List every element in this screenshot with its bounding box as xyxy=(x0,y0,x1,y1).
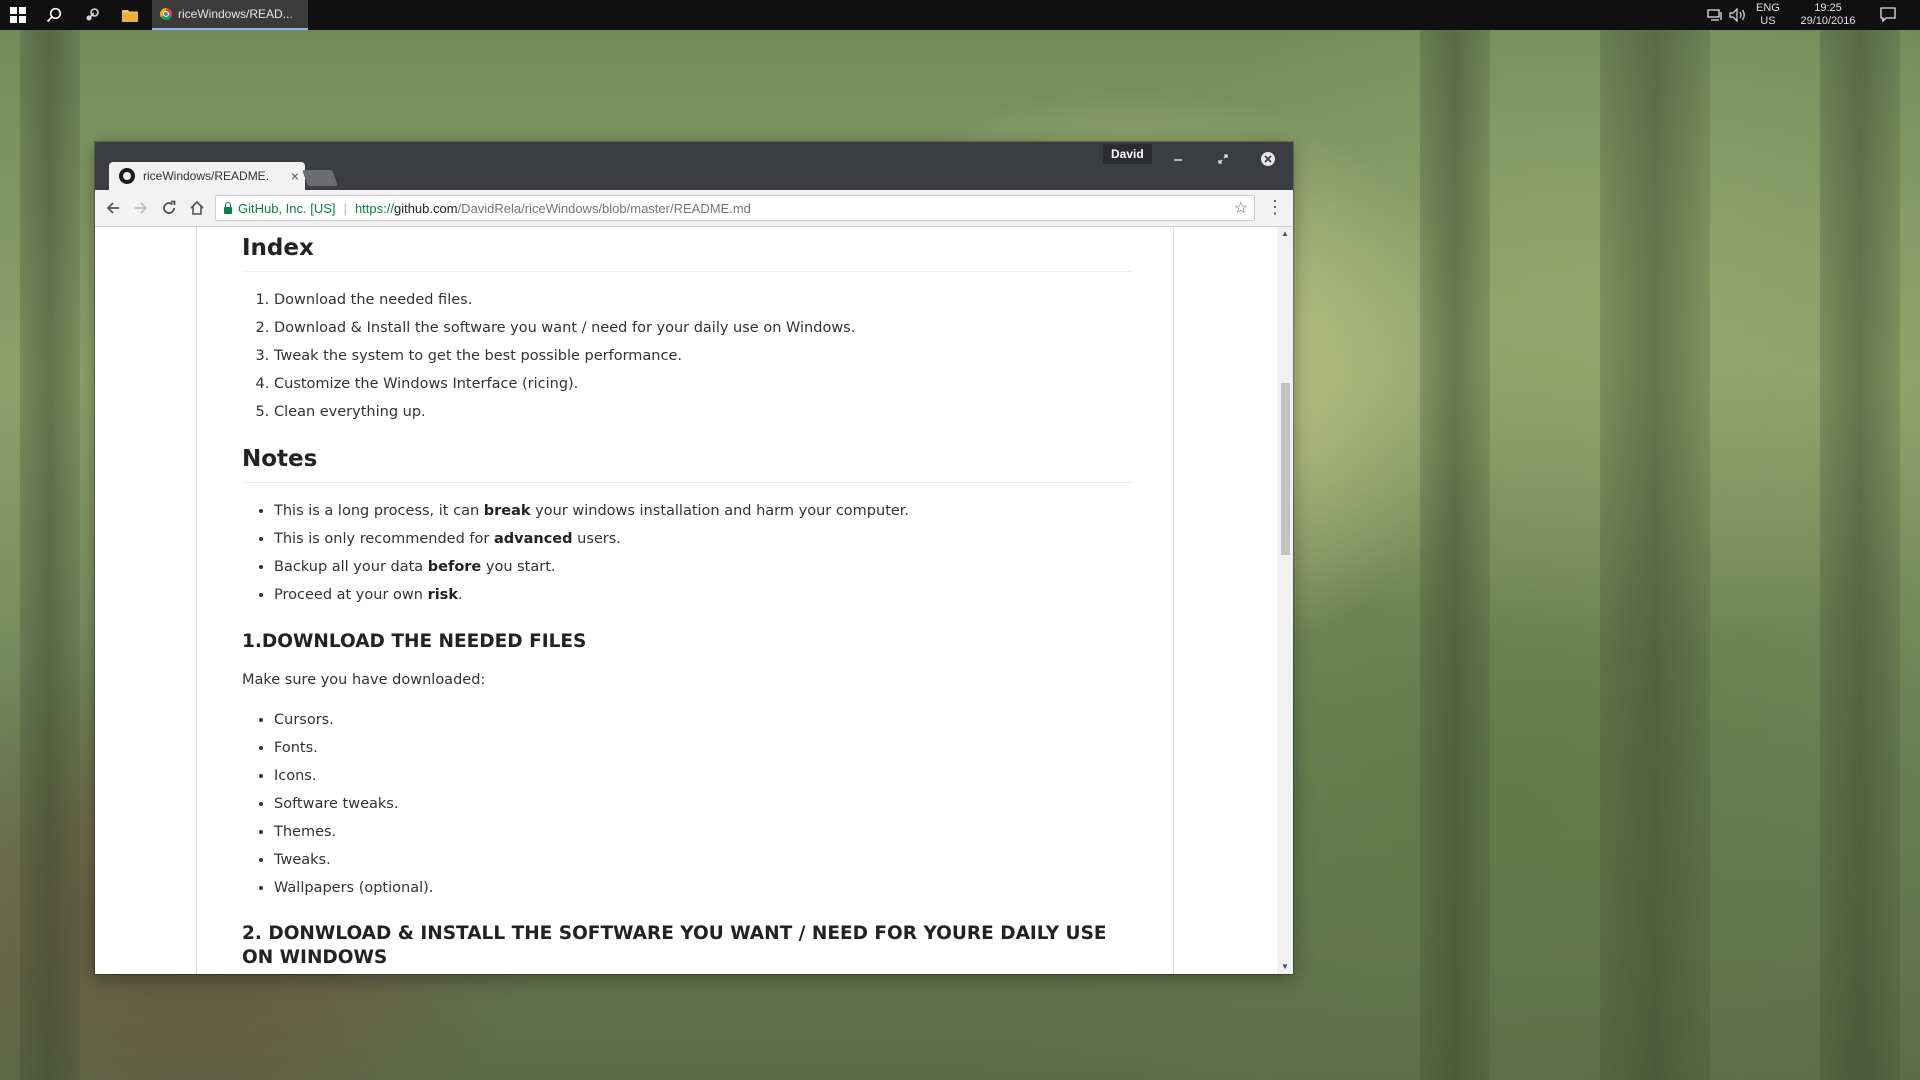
list-item: Software tweaks. xyxy=(274,790,1132,818)
search-icon[interactable] xyxy=(36,0,72,30)
forward-icon[interactable] xyxy=(129,196,153,220)
clock-time: 19:25 xyxy=(1814,2,1842,14)
note-text: your windows installation and harm your … xyxy=(530,503,910,519)
input-language[interactable]: ENG US xyxy=(1756,0,1780,30)
scroll-up-arrow-icon[interactable]: ▲ xyxy=(1277,227,1293,241)
wallpaper-tree xyxy=(1600,30,1710,1080)
list-item: Icons. xyxy=(274,762,1132,790)
scrollbar-thumb[interactable] xyxy=(1281,383,1290,555)
minimize-icon[interactable] xyxy=(1163,148,1193,170)
url-path: /DavidRela/riceWindows/blob/master/READM… xyxy=(457,200,751,216)
taskbar: riceWindows/READ... ENG US 19:25 29/10/2… xyxy=(0,0,1920,30)
network-icon[interactable] xyxy=(1707,0,1723,30)
clock[interactable]: 19:25 29/10/2016 xyxy=(1793,0,1863,30)
list-item: Wallpapers (optional). xyxy=(274,874,1132,902)
list-item: Cursors. xyxy=(274,706,1132,734)
note-emphasis: break xyxy=(483,503,531,519)
list-item: Tweaks. xyxy=(274,846,1132,874)
list-item: This is a long process, it can break you… xyxy=(274,497,1132,525)
browser-titlebar[interactable]: David riceWindows/README. × xyxy=(95,142,1293,190)
url-text[interactable]: https://github.com/DavidRela/riceWindows… xyxy=(355,201,751,216)
back-icon[interactable] xyxy=(101,196,125,220)
note-text: you start. xyxy=(481,559,556,575)
page-viewport[interactable]: Index Download the needed files. Downloa… xyxy=(95,227,1277,974)
note-text: This is only recommended for xyxy=(274,531,494,547)
reload-icon[interactable] xyxy=(157,196,181,220)
url-scheme: https:// xyxy=(354,200,394,216)
action-center-icon[interactable] xyxy=(1880,0,1896,30)
home-icon[interactable] xyxy=(185,196,209,220)
note-text: . xyxy=(457,587,463,603)
note-text: users. xyxy=(572,531,621,547)
scroll-down-arrow-icon[interactable]: ▼ xyxy=(1277,960,1293,974)
list-item: Backup all your data before you start. xyxy=(274,553,1132,581)
section2-heading: 2. DONWLOAD & INSTALL THE SOFTWARE YOU W… xyxy=(242,923,1107,968)
list-item: Fonts. xyxy=(274,734,1132,762)
taskbar-chrome-task[interactable]: riceWindows/READ... xyxy=(152,0,308,30)
chrome-icon xyxy=(160,8,172,20)
list-item: Customize the Windows Interface (ricing)… xyxy=(274,370,1132,398)
note-emphasis: before xyxy=(427,559,482,575)
keyboard-layout: US xyxy=(1760,15,1776,27)
language-code: ENG xyxy=(1756,2,1780,14)
note-emphasis: risk xyxy=(427,587,458,603)
readme-article: Index Download the needed files. Downloa… xyxy=(196,227,1174,974)
steam-icon[interactable] xyxy=(74,0,110,30)
list-item: Proceed at your own risk. xyxy=(274,581,1132,609)
lock-icon xyxy=(224,201,232,214)
section1-list: Cursors. Fonts. Icons. Software tweaks. … xyxy=(242,706,1132,902)
new-tab-button[interactable] xyxy=(302,170,338,186)
url-host: github.com xyxy=(393,200,458,216)
note-emphasis: advanced xyxy=(493,531,573,547)
list-item: Download the needed files. xyxy=(274,286,1132,314)
close-window-icon[interactable] xyxy=(1253,148,1283,170)
start-windows-icon[interactable] xyxy=(0,0,36,30)
list-item: Tweak the system to get the best possibl… xyxy=(274,342,1132,370)
file-explorer-icon[interactable] xyxy=(112,0,148,30)
section1-intro: Make sure you have downloaded: xyxy=(242,672,486,688)
notes-list: This is a long process, it can break you… xyxy=(242,497,1132,609)
wallpaper-tree xyxy=(1420,30,1490,1080)
list-item: Download & Install the software you want… xyxy=(274,314,1132,342)
browser-toolbar: GitHub, Inc. [US] | https://github.com/D… xyxy=(95,190,1293,227)
list-item: Themes. xyxy=(274,818,1132,846)
index-heading: Index xyxy=(242,235,1132,272)
note-text: This is a long process, it can xyxy=(274,503,484,519)
restore-icon[interactable] xyxy=(1208,148,1238,170)
github-icon xyxy=(119,168,135,184)
site-identity[interactable]: GitHub, Inc. [US] xyxy=(238,201,336,216)
index-list: Download the needed files. Download & In… xyxy=(242,286,1132,426)
address-bar[interactable]: GitHub, Inc. [US] | https://github.com/D… xyxy=(215,195,1255,221)
note-text: Backup all your data xyxy=(274,559,428,575)
list-item: This is only recommended for advanced us… xyxy=(274,525,1132,553)
profile-button[interactable]: David xyxy=(1103,144,1152,164)
list-item: Clean everything up. xyxy=(274,398,1132,426)
wallpaper-tree xyxy=(20,30,80,1080)
bookmark-star-icon[interactable]: ☆ xyxy=(1234,198,1248,218)
section1-heading: 1.DOWNLOAD THE NEEDED FILES xyxy=(242,631,587,652)
tab-readme[interactable]: riceWindows/README. × xyxy=(109,162,305,190)
volume-icon[interactable] xyxy=(1729,0,1747,30)
vertical-scrollbar[interactable]: ▲ ▼ xyxy=(1277,227,1293,974)
clock-date: 29/10/2016 xyxy=(1800,15,1856,27)
omnibox-separator: | xyxy=(343,200,347,216)
note-text: Proceed at your own xyxy=(274,587,428,603)
notes-heading: Notes xyxy=(242,446,1132,483)
browser-window: David riceWindows/README. × GitHub, Inc.… xyxy=(95,142,1293,974)
wallpaper-tree xyxy=(1820,30,1900,1080)
taskbar-task-title: riceWindows/READ... xyxy=(178,7,293,21)
markdown-body: Index Download the needed files. Downloa… xyxy=(242,235,1132,970)
tab-title: riceWindows/README. xyxy=(143,169,270,183)
browser-menu-icon[interactable]: ⋮ xyxy=(1265,196,1285,220)
